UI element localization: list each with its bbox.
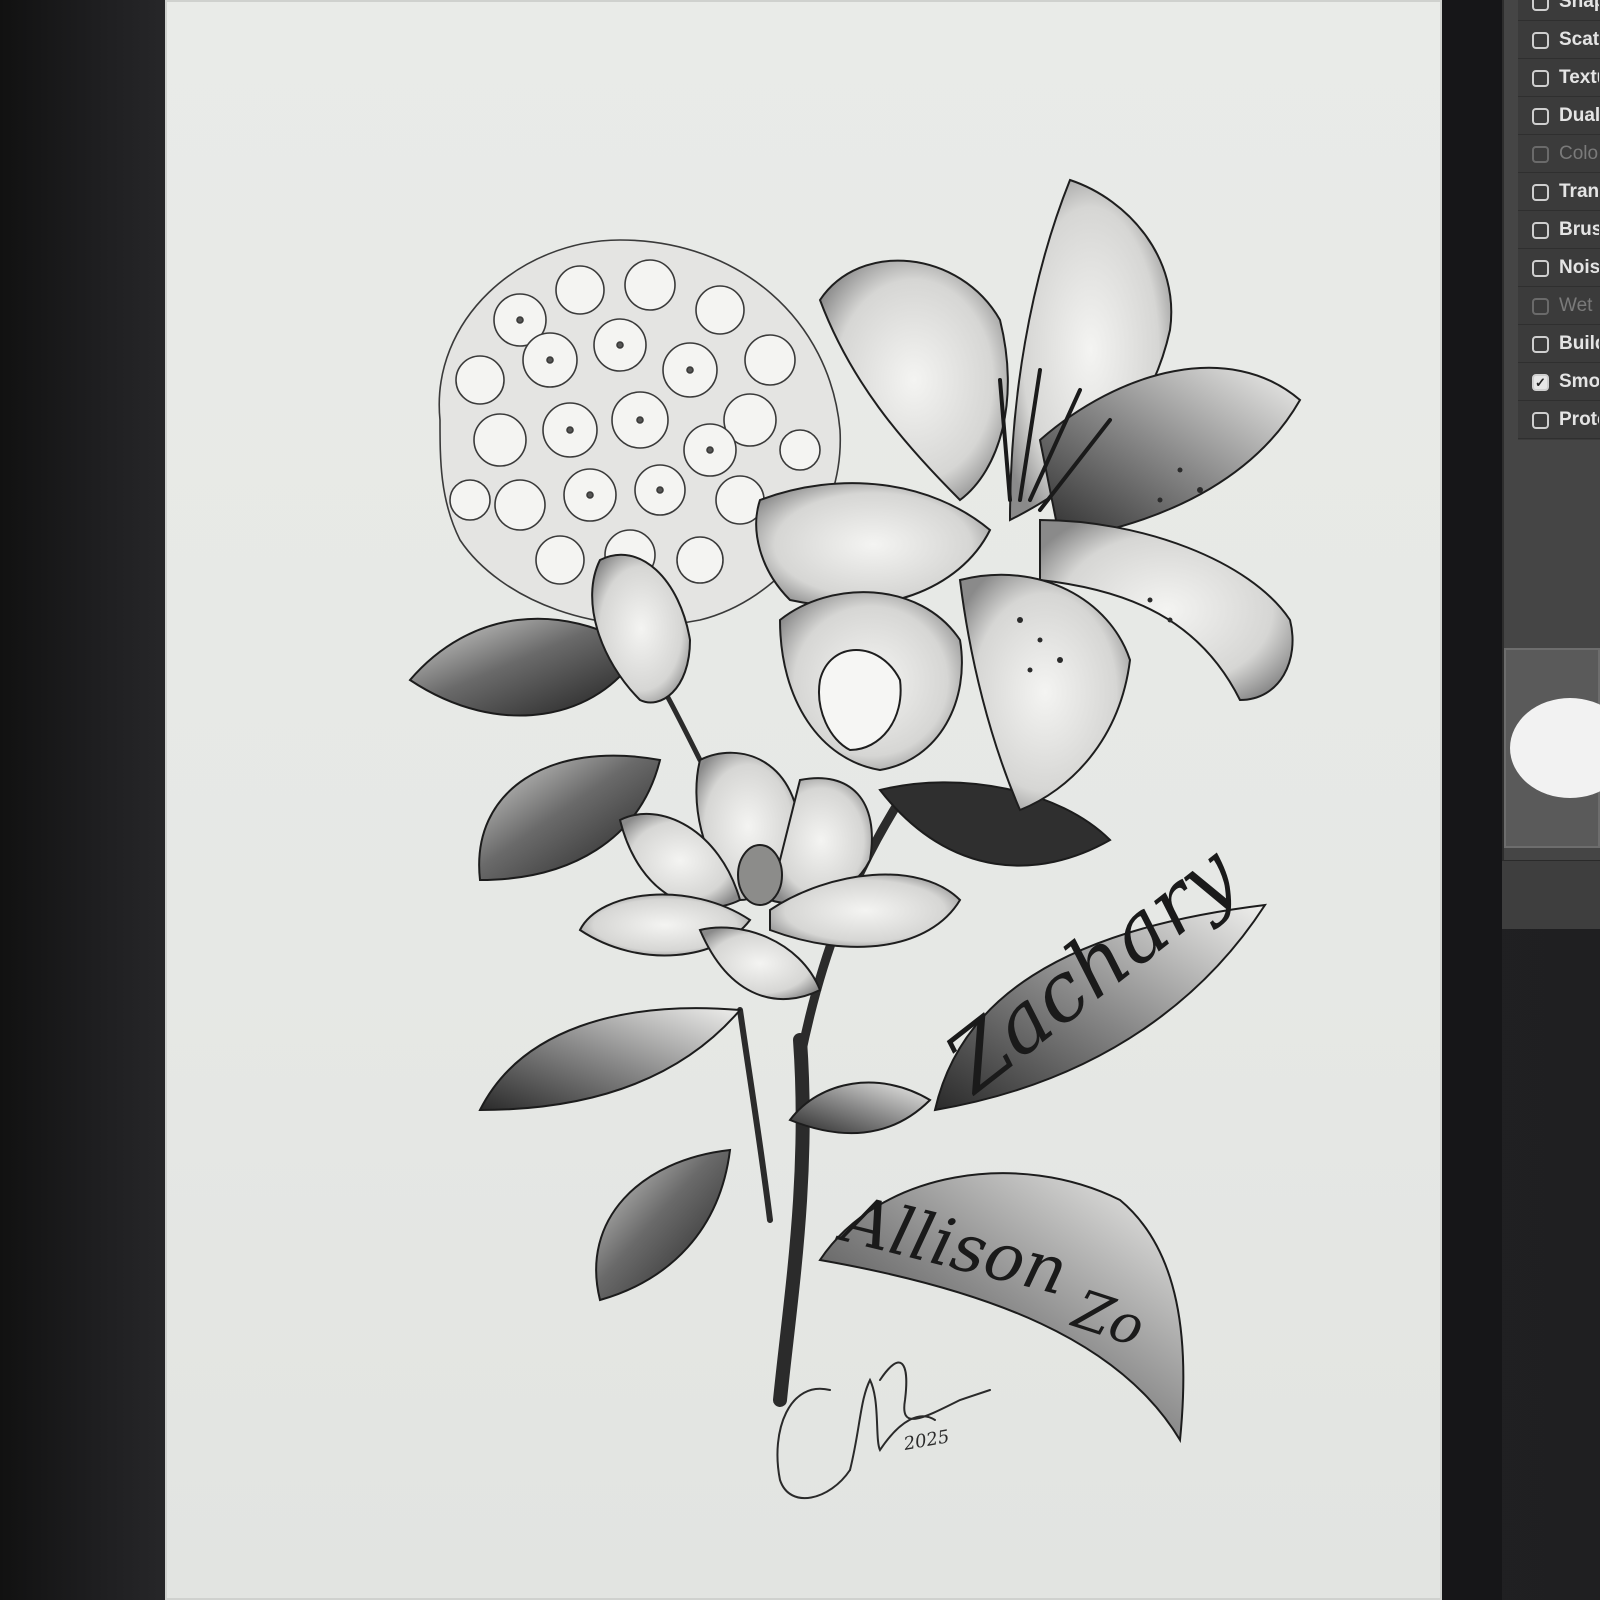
checkbox[interactable] (1532, 145, 1549, 163)
option-label: Protect Texture (1559, 409, 1599, 430)
artist-signature (776, 1361, 991, 1499)
option-shape-dynamics[interactable]: Shape Dynamics (1518, 0, 1600, 21)
option-label: Shape Dynamics (1559, 0, 1599, 12)
leaf-lower-left (478, 1007, 743, 1112)
option-build-up[interactable]: Build-up (1518, 326, 1600, 363)
panel-footer (1502, 860, 1600, 929)
screen-gap (1442, 0, 1502, 1600)
checkbox[interactable] (1532, 0, 1549, 11)
checkbox[interactable] (1532, 411, 1549, 429)
option-protect-texture[interactable]: Protect Texture (1518, 402, 1600, 439)
option-noise[interactable]: Noise (1518, 250, 1600, 287)
brush-options-list: Shape Dynamics Scattering Texture Dual B… (1518, 0, 1600, 440)
option-label: Transfer (1559, 181, 1599, 202)
option-wet-edges[interactable]: Wet Edges (1518, 288, 1600, 325)
checkbox-checked[interactable]: ✓ (1532, 373, 1549, 391)
checkbox[interactable] (1532, 335, 1549, 353)
option-scattering[interactable]: Scattering (1518, 22, 1600, 59)
checkbox[interactable] (1532, 107, 1549, 125)
option-label: Scattering (1559, 29, 1599, 50)
option-texture[interactable]: Texture (1518, 60, 1600, 97)
option-label: Texture (1559, 67, 1599, 88)
option-label: Noise (1559, 257, 1599, 278)
option-smoothing[interactable]: ✓ Smoothing (1518, 364, 1600, 401)
leaf-small-mid (788, 1081, 932, 1135)
leaf-dark-right (878, 781, 1112, 867)
checkbox[interactable] (1532, 183, 1549, 201)
checkbox[interactable] (1532, 297, 1549, 315)
option-label: Color Dynamics (1559, 143, 1599, 164)
option-dual-brush[interactable]: Dual Brush (1518, 98, 1600, 135)
magnolia-half-open (778, 591, 963, 772)
checkbox[interactable] (1532, 221, 1549, 239)
option-label: Smoothing (1559, 371, 1599, 392)
option-label: Dual Brush (1559, 105, 1599, 126)
option-label: Wet Edges (1559, 295, 1599, 316)
option-transfer[interactable]: Transfer (1518, 174, 1600, 211)
option-label: Brush Pose (1559, 219, 1599, 240)
option-label: Build-up (1559, 333, 1599, 354)
option-brush-pose[interactable]: Brush Pose (1518, 212, 1600, 249)
leaf-small-left (595, 1148, 732, 1302)
checkbox[interactable] (1532, 259, 1549, 277)
signature-year: 2025 (901, 1426, 951, 1455)
botanical-illustration: Zachary Allison Zo 2025 (408, 178, 1302, 1499)
checkbox[interactable] (1532, 69, 1549, 87)
option-color-dynamics[interactable]: Color Dynamics (1518, 136, 1600, 173)
checkbox[interactable] (1532, 31, 1549, 49)
